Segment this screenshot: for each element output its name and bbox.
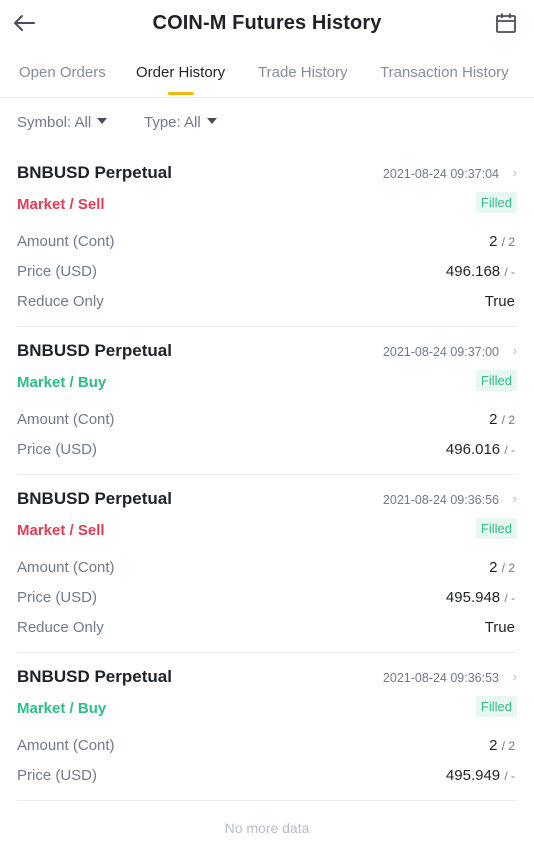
order-side: Market / Sell [17, 522, 105, 539]
amount-value: 2 [489, 737, 498, 754]
price-avg: / - [504, 443, 515, 457]
price-value: 495.948 [445, 589, 501, 606]
reduce-only-label: Reduce Only [17, 293, 104, 310]
order-time: 2021-08-24 09:37:00 [382, 345, 499, 359]
chevron-right-icon: › [512, 165, 517, 180]
price-row: Price (USD) 496.168 / - [17, 263, 517, 283]
order-time: 2021-08-24 09:36:53 [382, 671, 499, 685]
order-symbol: BNBUSD Perpetual [17, 489, 172, 508]
order-symbol: BNBUSD Perpetual [17, 341, 172, 360]
status-badge: Filled [475, 518, 517, 539]
order-card[interactable]: BNBUSD Perpetual 2021-08-24 09:37:04 › M… [17, 163, 517, 327]
header-bar: COIN-M Futures History [0, 0, 534, 50]
order-card[interactable]: BNBUSD Perpetual 2021-08-24 09:36:56 › M… [17, 489, 517, 653]
amount-value: 2 [489, 559, 498, 576]
price-row: Price (USD) 495.949 / - [17, 767, 517, 787]
symbol-filter-label: Symbol: All [17, 114, 92, 131]
reduce-only-value: True [484, 619, 515, 636]
price-value: 496.016 [445, 441, 501, 458]
order-time: 2021-08-24 09:37:04 [382, 167, 499, 181]
amount-label: Amount (Cont) [17, 737, 115, 754]
amount-row: Amount (Cont) 2 / 2 [17, 559, 517, 579]
caret-down-icon [97, 118, 108, 125]
amount-total: / 2 [501, 235, 515, 249]
price-label: Price (USD) [17, 589, 98, 606]
amount-value: 2 [489, 233, 498, 250]
tab-transaction-history[interactable]: Transaction History [380, 64, 509, 81]
tab-trade-history[interactable]: Trade History [258, 64, 347, 81]
price-row: Price (USD) 496.016 / - [17, 441, 517, 461]
symbol-filter[interactable]: Symbol: All [17, 114, 108, 131]
amount-value: 2 [489, 411, 498, 428]
page-title: COIN-M Futures History [152, 12, 382, 34]
price-label: Price (USD) [17, 767, 98, 784]
chevron-right-icon: › [512, 491, 517, 506]
caret-down-icon [206, 118, 217, 125]
order-time: 2021-08-24 09:36:56 [382, 493, 499, 507]
calendar-icon [496, 13, 516, 33]
no-more-data-text: No more data [224, 820, 310, 836]
order-side: Market / Sell [17, 196, 105, 213]
price-avg: / - [504, 769, 515, 783]
order-side: Market / Buy [17, 700, 107, 717]
order-card[interactable]: BNBUSD Perpetual 2021-08-24 09:36:53 › M… [17, 667, 517, 801]
amount-row: Amount (Cont) 2 / 2 [17, 411, 517, 431]
price-avg: / - [504, 265, 515, 279]
price-label: Price (USD) [17, 263, 98, 280]
chevron-right-icon: › [512, 669, 517, 684]
type-filter-label: Type: All [144, 114, 201, 131]
order-symbol: BNBUSD Perpetual [17, 667, 172, 686]
amount-total: / 2 [501, 739, 515, 753]
price-label: Price (USD) [17, 441, 98, 458]
reduce-only-row: Reduce Only True [17, 619, 517, 639]
amount-label: Amount (Cont) [17, 559, 115, 576]
reduce-only-row: Reduce Only True [17, 293, 517, 313]
tab-order-history[interactable]: Order History [136, 64, 225, 81]
status-badge: Filled [475, 370, 517, 391]
price-value: 496.168 [445, 263, 501, 280]
amount-label: Amount (Cont) [17, 411, 115, 428]
amount-total: / 2 [501, 561, 515, 575]
amount-total: / 2 [501, 413, 515, 427]
reduce-only-label: Reduce Only [17, 619, 104, 636]
history-tabs: Open Orders Order History Trade History … [0, 56, 534, 98]
chevron-right-icon: › [512, 343, 517, 358]
reduce-only-value: True [484, 293, 515, 310]
tab-open-orders[interactable]: Open Orders [19, 64, 106, 81]
order-side: Market / Buy [17, 374, 107, 391]
calendar-button[interactable] [494, 11, 518, 35]
order-card[interactable]: BNBUSD Perpetual 2021-08-24 09:37:00 › M… [17, 341, 517, 475]
status-badge: Filled [475, 696, 517, 717]
status-badge: Filled [475, 192, 517, 213]
price-value: 495.949 [445, 767, 501, 784]
price-avg: / - [504, 591, 515, 605]
order-symbol: BNBUSD Perpetual [17, 163, 172, 182]
amount-label: Amount (Cont) [17, 233, 115, 250]
type-filter[interactable]: Type: All [144, 114, 217, 131]
amount-row: Amount (Cont) 2 / 2 [17, 737, 517, 757]
active-tab-indicator [168, 92, 194, 95]
price-row: Price (USD) 495.948 / - [17, 589, 517, 609]
amount-row: Amount (Cont) 2 / 2 [17, 233, 517, 253]
